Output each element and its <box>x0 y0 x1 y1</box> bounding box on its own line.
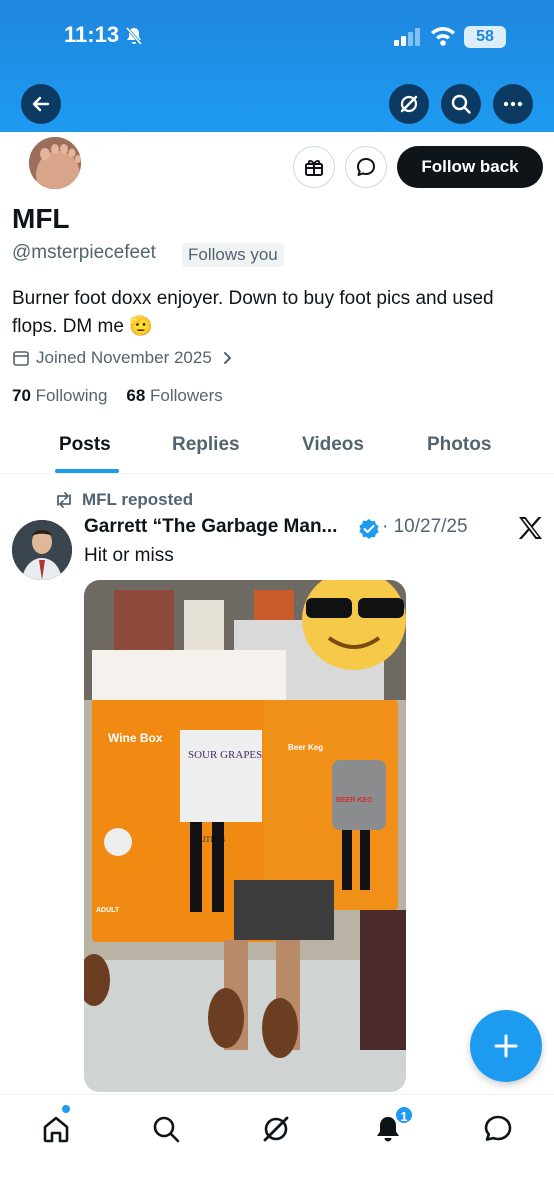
costume-photo: Wine Box SOUR GRAPES 5 LITERS ADULT Beer… <box>84 580 406 1092</box>
wine-box-title: Wine Box <box>108 731 163 745</box>
followers-count: 68 <box>126 386 146 405</box>
bell-off-icon <box>125 27 143 45</box>
search-button[interactable] <box>441 84 481 124</box>
follows-you-badge: Follows you <box>182 243 284 267</box>
bio: Burner foot doxx enjoyer. Down to buy fo… <box>12 288 494 337</box>
back-arrow-icon <box>32 96 50 112</box>
following-link[interactable]: 70 Following <box>12 386 107 405</box>
profile-banner: 11:13 58 <box>0 0 554 132</box>
foot-photo <box>29 137 81 189</box>
calendar-icon <box>13 351 29 366</box>
repost-indicator: MFL reposted <box>54 490 193 510</box>
compose-button[interactable] <box>470 1010 542 1082</box>
post-image[interactable]: Wine Box SOUR GRAPES 5 LITERS ADULT Beer… <box>84 580 406 1092</box>
followers-label: Followers <box>150 386 223 405</box>
gift-icon <box>305 159 323 176</box>
nav-grok[interactable] <box>260 1113 292 1145</box>
costume-package-right: Beer Keg BEER KEG <box>264 700 398 910</box>
home-icon <box>43 1116 69 1143</box>
beer-keg-label: BEER KEG <box>336 797 373 804</box>
beer-keg-title: Beer Keg <box>288 743 323 752</box>
bottom-navigation: 1 <box>0 1094 554 1200</box>
author-photo <box>12 520 72 580</box>
following-label: Following <box>35 386 108 405</box>
grok-icon <box>263 1116 289 1142</box>
repost-icon <box>57 492 71 508</box>
chat-bubble-icon <box>357 158 375 176</box>
adult-label: ADULT <box>96 907 120 914</box>
follow-stats: 70 Following 68 Followers <box>12 386 223 406</box>
more-button[interactable] <box>493 84 533 124</box>
follow-back-button[interactable]: Follow back <box>397 146 543 188</box>
home-unread-dot <box>62 1105 70 1113</box>
tab-replies[interactable]: Replies <box>172 434 240 456</box>
search-icon <box>153 1116 180 1143</box>
x-logo-icon[interactable] <box>516 514 544 542</box>
display-name: MFL <box>12 203 70 234</box>
nav-messages[interactable] <box>482 1113 514 1145</box>
tab-posts[interactable]: Posts <box>59 434 111 456</box>
post-author-name[interactable]: Garrett “The Garbage Man... <box>84 516 337 538</box>
joined-label: Joined November 2025 <box>36 348 212 367</box>
tab-photos[interactable]: Photos <box>427 434 491 456</box>
post-author-avatar[interactable] <box>12 520 72 580</box>
signal-icon <box>394 28 420 46</box>
post-date: · 10/27/25 <box>382 516 468 537</box>
nav-home[interactable] <box>40 1113 72 1145</box>
more-icon <box>503 101 523 107</box>
profile-avatar[interactable] <box>26 134 84 192</box>
handle: @msterpiecefeet <box>12 242 156 263</box>
sour-grapes-label: SOUR GRAPES <box>188 749 262 761</box>
post-text: Hit or miss <box>84 545 174 566</box>
profile-tabs: Posts Replies Videos Photos <box>0 420 554 474</box>
notification-badge: 1 <box>394 1105 414 1125</box>
active-tab-indicator <box>55 469 119 473</box>
chat-bubble-icon <box>484 1115 512 1141</box>
plus-icon <box>494 1034 518 1058</box>
nav-search[interactable] <box>150 1113 182 1145</box>
chevron-right-icon <box>223 352 232 364</box>
search-icon <box>451 94 471 114</box>
back-button[interactable] <box>21 84 61 124</box>
subscribe-button[interactable] <box>293 146 335 188</box>
joined-date[interactable]: Joined November 2025 <box>12 348 236 368</box>
verified-badge-icon <box>359 519 379 539</box>
followers-link[interactable]: 68 Followers <box>126 386 222 405</box>
following-count: 70 <box>12 386 31 405</box>
grok-icon <box>400 95 418 113</box>
tab-videos[interactable]: Videos <box>302 434 364 456</box>
battery-indicator: 58 <box>464 26 506 48</box>
message-button[interactable] <box>345 146 387 188</box>
reposted-label: MFL reposted <box>82 490 194 509</box>
status-time: 11:13 <box>64 22 120 47</box>
grok-button[interactable] <box>389 84 429 124</box>
wifi-icon <box>431 27 455 46</box>
